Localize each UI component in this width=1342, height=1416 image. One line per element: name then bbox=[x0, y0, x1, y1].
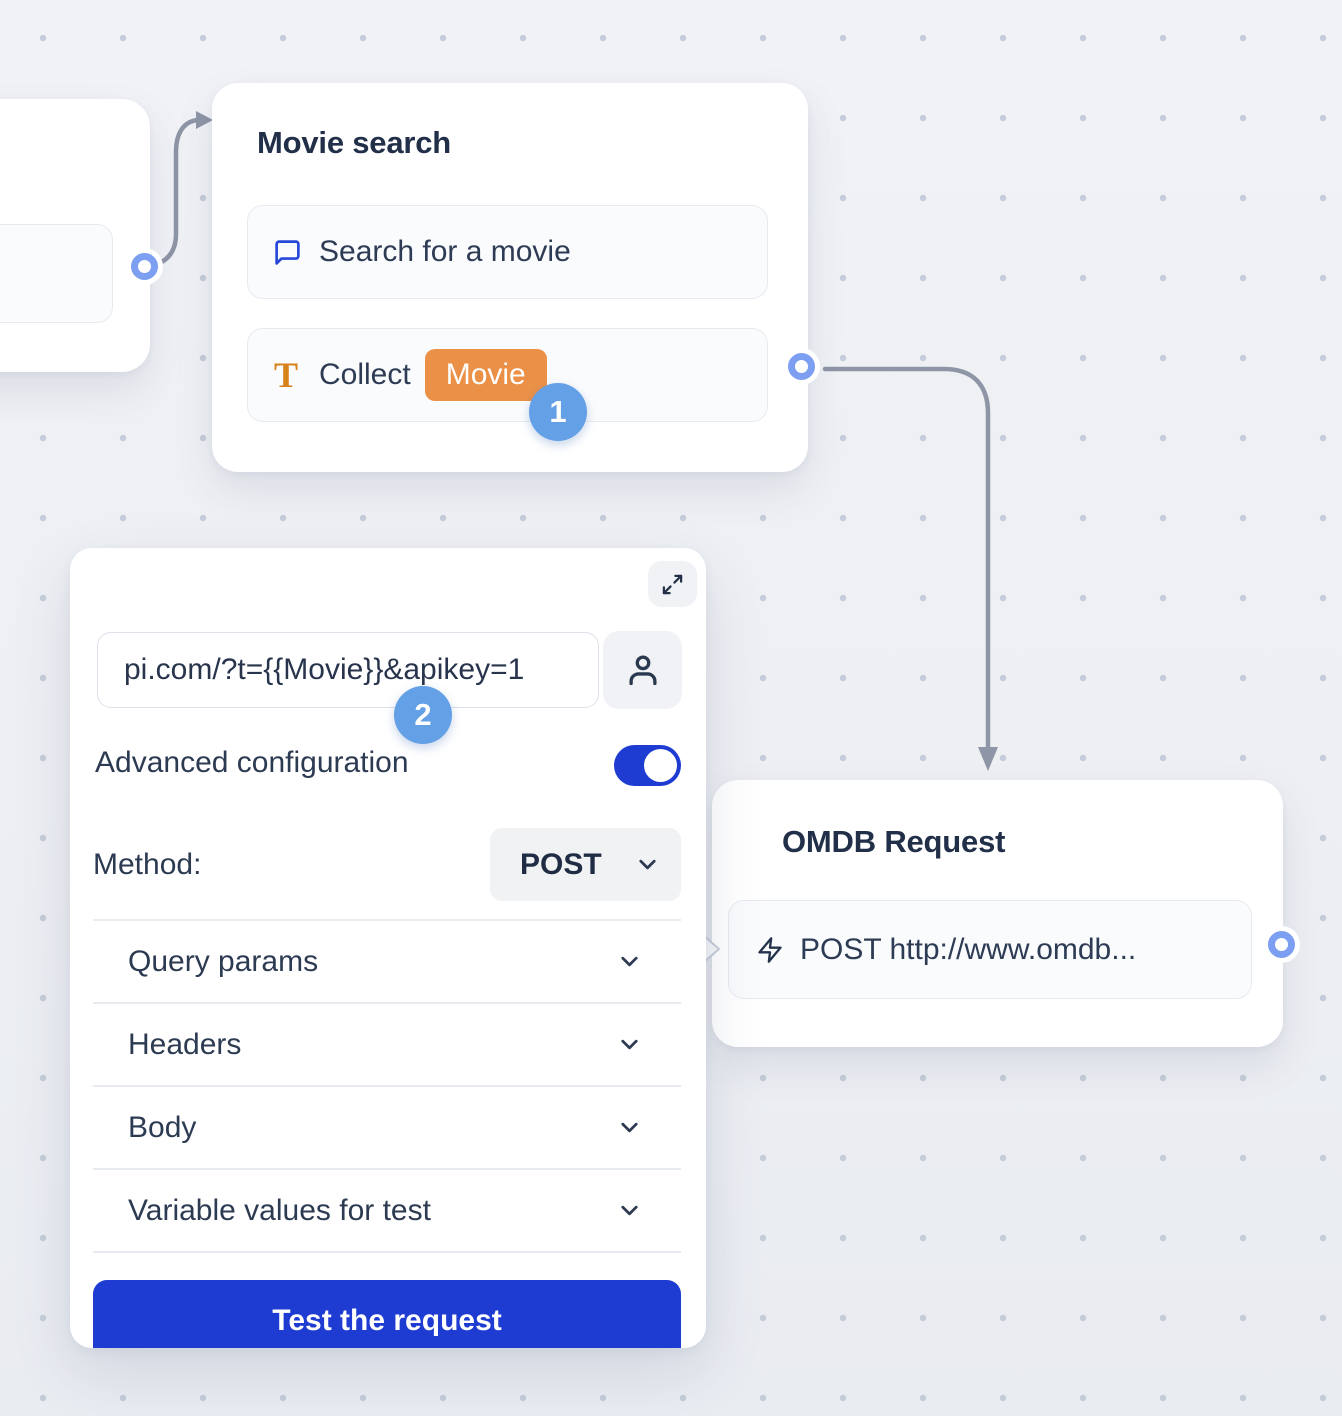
user-variable-button[interactable] bbox=[603, 631, 682, 709]
block-label: POST http://www.omdb... bbox=[800, 933, 1136, 967]
section-label: Body bbox=[128, 1111, 196, 1145]
section-headers[interactable]: Headers bbox=[93, 1003, 681, 1086]
variable-badge-movie[interactable]: Movie bbox=[425, 349, 547, 401]
chevron-down-icon bbox=[634, 851, 661, 878]
partial-node-row[interactable] bbox=[0, 224, 113, 323]
test-request-button[interactable]: Test the request bbox=[93, 1280, 681, 1348]
connector-arrowhead-right bbox=[196, 111, 213, 129]
node-title: Movie search bbox=[257, 125, 451, 161]
chevron-down-icon bbox=[616, 1031, 643, 1058]
section-label: Headers bbox=[128, 1028, 241, 1062]
block-label: Search for a movie bbox=[319, 235, 571, 269]
method-value: POST bbox=[520, 848, 602, 882]
connector-arrowhead-down bbox=[978, 747, 998, 771]
omdb-node-output-port[interactable] bbox=[1268, 931, 1295, 958]
divider bbox=[93, 1251, 681, 1253]
method-select[interactable]: POST bbox=[490, 828, 681, 901]
webhook-config-panel: pi.com/?t={{Movie}}&apikey=1 2 Advanced … bbox=[70, 548, 706, 1348]
section-label: Variable values for test bbox=[128, 1194, 431, 1228]
flow-canvas[interactable]: Movie search Search for a movie T Collec… bbox=[0, 0, 1342, 1416]
webhook-url-value: pi.com/?t={{Movie}}&apikey=1 bbox=[124, 653, 524, 687]
chat-bubble-icon bbox=[273, 238, 302, 267]
node-title: OMDB Request bbox=[782, 824, 1005, 860]
toggle-knob bbox=[644, 749, 677, 782]
section-variable-values[interactable]: Variable values for test bbox=[93, 1169, 681, 1252]
step-2-badge: 2 bbox=[394, 686, 452, 744]
section-query-params[interactable]: Query params bbox=[93, 920, 681, 1003]
block-collect-movie[interactable]: T Collect Movie bbox=[247, 328, 768, 422]
movie-search-node[interactable]: Movie search Search for a movie T Collec… bbox=[212, 83, 808, 472]
advanced-configuration-toggle[interactable] bbox=[614, 745, 681, 786]
chevron-down-icon bbox=[616, 1114, 643, 1141]
partial-node-card[interactable] bbox=[0, 99, 150, 372]
expand-icon bbox=[661, 573, 684, 596]
movie-node-output-port[interactable] bbox=[788, 353, 815, 380]
person-icon bbox=[624, 651, 662, 689]
block-search-for-a-movie[interactable]: Search for a movie bbox=[247, 205, 768, 299]
text-format-icon: T bbox=[273, 357, 299, 393]
block-webhook-post[interactable]: POST http://www.omdb... bbox=[728, 900, 1252, 999]
advanced-configuration-label: Advanced configuration bbox=[95, 746, 409, 780]
chevron-down-icon bbox=[616, 948, 643, 975]
expand-panel-button[interactable] bbox=[648, 561, 697, 607]
webhook-url-input[interactable]: pi.com/?t={{Movie}}&apikey=1 bbox=[97, 632, 599, 708]
output-port[interactable] bbox=[131, 253, 158, 280]
omdb-request-node[interactable]: OMDB Request POST http://www.omdb... bbox=[712, 780, 1283, 1047]
section-body[interactable]: Body bbox=[93, 1086, 681, 1169]
step-1-badge: 1 bbox=[529, 383, 587, 441]
lightning-icon bbox=[756, 936, 784, 964]
block-label: Collect bbox=[319, 358, 411, 392]
section-label: Query params bbox=[128, 945, 318, 979]
connector-movie-to-omdb bbox=[825, 369, 988, 748]
test-request-label: Test the request bbox=[272, 1304, 502, 1338]
chevron-down-icon bbox=[616, 1197, 643, 1224]
connector-left-to-movie bbox=[151, 120, 198, 266]
method-label: Method: bbox=[93, 848, 201, 882]
